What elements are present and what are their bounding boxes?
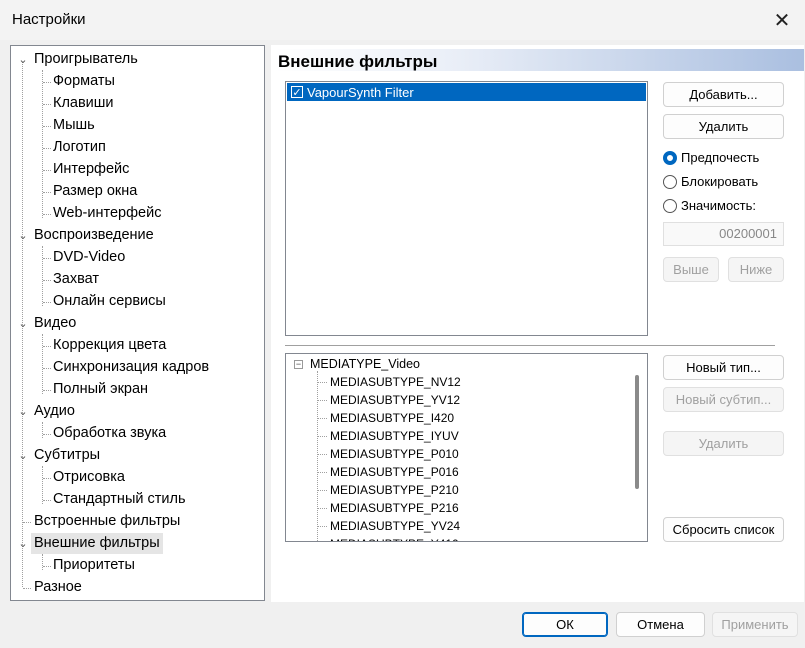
page-header: Внешние фильтры [274, 49, 804, 71]
reset-list-button[interactable]: Сбросить список [663, 517, 784, 542]
media-subtype-item[interactable]: MEDIASUBTYPE_P216 [330, 499, 459, 517]
sidebar-item[interactable]: Отрисовка [50, 467, 128, 488]
scrollbar-thumb[interactable] [635, 375, 639, 489]
merit-input[interactable]: 00200001 [663, 222, 784, 246]
tree-line [318, 418, 327, 419]
tree-line [318, 472, 327, 473]
apply-button[interactable]: Применить [712, 612, 798, 637]
remove-type-button[interactable]: Удалить [663, 431, 784, 456]
tree-line [42, 554, 43, 570]
radio-icon [663, 174, 677, 189]
sidebar-item[interactable]: Захват [50, 269, 102, 290]
new-type-button[interactable]: Новый тип... [663, 355, 784, 380]
sidebar-item[interactable]: Встроенные фильтры [31, 511, 183, 532]
tree-line [317, 371, 318, 541]
tree-line [318, 436, 327, 437]
remove-filter-button[interactable]: Удалить [663, 114, 784, 139]
filter-row[interactable]: ✓ VapourSynth Filter [287, 83, 646, 101]
divider [285, 345, 775, 347]
tree-line [42, 466, 43, 504]
media-subtype-item[interactable]: MEDIASUBTYPE_NV12 [330, 373, 461, 391]
tree-line [318, 400, 327, 401]
radio-selected-icon [663, 150, 677, 165]
prefer-radio[interactable]: Предпочесть [663, 150, 759, 165]
media-subtype-item[interactable]: MEDIASUBTYPE_P016 [330, 463, 459, 481]
sidebar-item[interactable]: Стандартный стиль [50, 489, 189, 510]
chevron-down-icon[interactable]: ⌄ [16, 229, 30, 243]
sidebar-item[interactable]: Полный экран [50, 379, 151, 400]
move-down-button[interactable]: Ниже [728, 257, 784, 282]
sidebar-item[interactable]: Проигрыватель [31, 49, 141, 70]
sidebar-item[interactable]: Приоритеты [50, 555, 138, 576]
close-icon[interactable]: ✕ [759, 0, 805, 40]
tree-line [23, 588, 31, 589]
block-label: Блокировать [681, 174, 759, 189]
sidebar-item[interactable]: Внешние фильтры [31, 533, 163, 554]
sidebar-item[interactable]: Мышь [50, 115, 98, 136]
tree-line [318, 526, 327, 527]
media-subtype-item[interactable]: MEDIASUBTYPE_YV24 [330, 517, 460, 535]
ok-button[interactable]: ОК [522, 612, 608, 637]
sidebar-item[interactable]: Форматы [50, 71, 118, 92]
sidebar-item[interactable]: Коррекция цвета [50, 335, 169, 356]
sidebar-item[interactable]: Синхронизация кадров [50, 357, 212, 378]
filters-page: Внешние фильтры ✓ VapourSynth Filter Доб… [271, 45, 804, 602]
checkbox-checked-icon[interactable]: ✓ [291, 86, 303, 99]
merit-radio[interactable]: Значимость: [663, 198, 756, 213]
sidebar-item[interactable]: DVD-Video [50, 247, 128, 268]
sidebar-item[interactable]: Клавиши [50, 93, 117, 114]
media-subtype-item[interactable]: MEDIASUBTYPE_Y410 [330, 535, 459, 541]
title-bar: Настройки ✕ [0, 0, 805, 40]
tree-line [42, 246, 43, 306]
add-filter-button[interactable]: Добавить... [663, 82, 784, 107]
sidebar-item[interactable]: Аудио [31, 401, 78, 422]
sidebar-item[interactable]: Онлайн сервисы [50, 291, 169, 312]
tree-line [42, 334, 43, 394]
media-type-tree[interactable]: − MEDIATYPE_Video MEDIASUBTYPE_NV12 MEDIA… [285, 353, 648, 542]
media-subtype-item[interactable]: MEDIASUBTYPE_P010 [330, 445, 459, 463]
chevron-down-icon[interactable]: ⌄ [16, 537, 30, 551]
merit-label: Значимость: [681, 198, 757, 213]
chevron-down-icon[interactable]: ⌄ [16, 449, 30, 463]
tree-line [42, 70, 43, 218]
sidebar-item[interactable]: Воспроизведение [31, 225, 157, 246]
sidebar-item[interactable]: Интерфейс [50, 159, 132, 180]
sidebar-item[interactable]: Субтитры [31, 445, 103, 466]
sidebar-item[interactable]: Обработка звука [50, 423, 169, 444]
new-subtype-button[interactable]: Новый субтип... [663, 387, 784, 412]
page-title: Внешние фильтры [278, 52, 438, 71]
collapse-icon[interactable]: − [294, 360, 303, 369]
sidebar-item[interactable]: Видео [31, 313, 79, 334]
tree-line [23, 522, 31, 523]
media-subtype-item[interactable]: MEDIASUBTYPE_I420 [330, 409, 454, 427]
filter-list[interactable]: ✓ VapourSynth Filter [285, 81, 648, 336]
chevron-down-icon[interactable]: ⌄ [16, 405, 30, 419]
prefer-label: Предпочесть [681, 150, 760, 165]
sidebar-item[interactable]: Web-интерфейс [50, 203, 164, 224]
tree-line [318, 490, 327, 491]
tree-line [42, 422, 43, 438]
sidebar-item[interactable]: Размер окна [50, 181, 140, 202]
chevron-down-icon[interactable]: ⌄ [16, 317, 30, 331]
filter-name: VapourSynth Filter [307, 84, 414, 100]
tree-line [318, 508, 327, 509]
move-up-button[interactable]: Выше [663, 257, 719, 282]
cancel-button[interactable]: Отмена [616, 612, 705, 637]
tree-line [318, 382, 327, 383]
media-subtype-item[interactable]: MEDIASUBTYPE_YV12 [330, 391, 460, 409]
media-type-root[interactable]: MEDIATYPE_Video [310, 355, 420, 373]
block-radio[interactable]: Блокировать [663, 174, 758, 189]
media-subtype-item[interactable]: MEDIASUBTYPE_IYUV [330, 427, 459, 445]
tree-line [318, 454, 327, 455]
window-title: Настройки [12, 11, 86, 28]
radio-icon [663, 198, 677, 213]
settings-tree[interactable]: ⌄ Проигрыватель Форматы Клавиши Мышь Логотип И… [10, 45, 265, 601]
sidebar-item[interactable]: Разное [31, 577, 85, 598]
media-subtype-item[interactable]: MEDIASUBTYPE_P210 [330, 481, 459, 499]
sidebar-item[interactable]: Логотип [50, 137, 109, 158]
chevron-down-icon[interactable]: ⌄ [16, 53, 30, 67]
